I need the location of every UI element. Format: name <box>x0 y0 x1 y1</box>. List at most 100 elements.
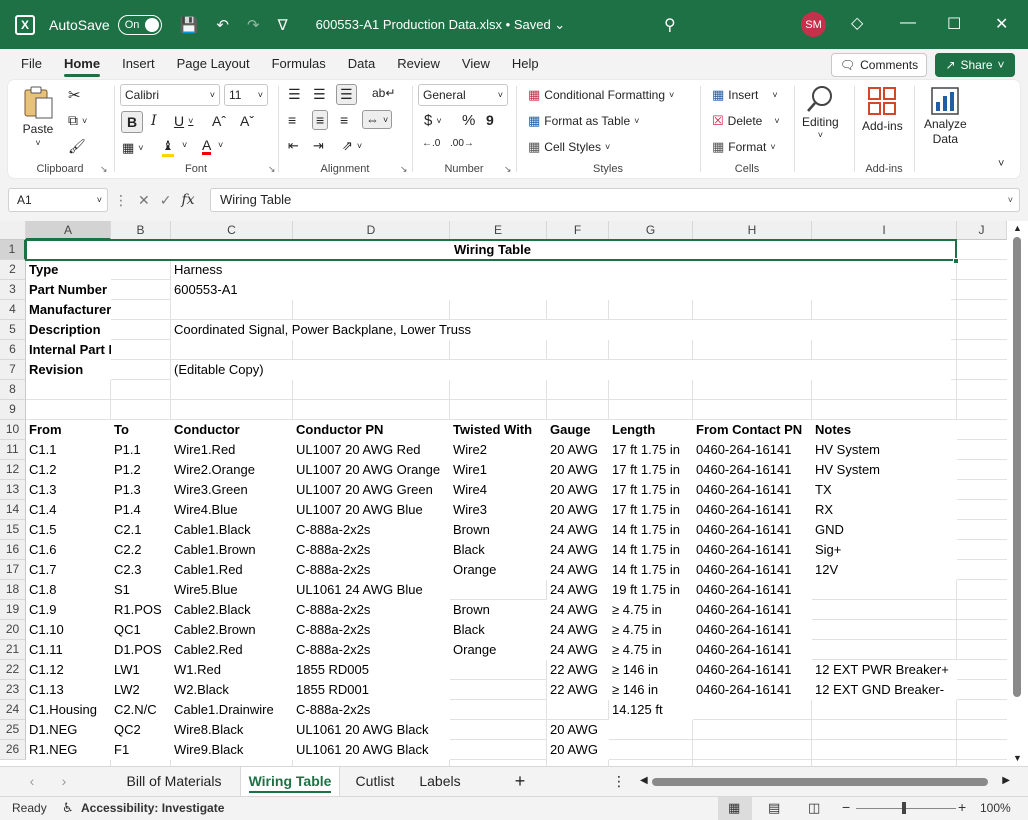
row-header[interactable]: 10 <box>0 420 26 440</box>
table-cell[interactable]: Wire3.Green <box>171 480 293 500</box>
table-cell[interactable]: 24 AWG <box>547 520 609 540</box>
row-header[interactable]: 7 <box>0 360 26 380</box>
table-header[interactable]: Conductor PN <box>293 420 450 440</box>
table-cell[interactable]: 14.125 ft <box>609 700 693 720</box>
table-header[interactable]: To <box>111 420 171 440</box>
number-format-select[interactable]: General ˅ <box>418 84 508 106</box>
bottom-align-icon[interactable]: ☰ <box>336 84 357 105</box>
sheet-tab-labels[interactable]: Labels <box>410 767 470 797</box>
tab-formulas[interactable]: Formulas <box>261 49 337 79</box>
select-all-corner[interactable] <box>0 221 26 240</box>
font-color-icon[interactable]: A <box>202 138 212 155</box>
table-cell[interactable]: C1.5 <box>26 520 111 540</box>
scroll-up-icon[interactable]: ▲ <box>1013 223 1022 233</box>
table-cell[interactable]: 0460-264-16141 <box>693 520 812 540</box>
row-header[interactable]: 8 <box>0 380 26 400</box>
table-cell[interactable]: 24 AWG <box>547 620 609 640</box>
meta-value[interactable]: (Editable Copy) <box>171 360 951 380</box>
analyze-data-button[interactable]: Analyze Data <box>924 86 967 146</box>
dialog-launcher-icon[interactable]: ↘ <box>400 164 408 175</box>
add-sheet-icon[interactable]: + <box>508 767 532 797</box>
format-as-table-button[interactable]: ▦ Format as Table ˅ <box>528 113 639 129</box>
table-cell[interactable]: 0460-264-16141 <box>693 480 812 500</box>
zoom-slider[interactable] <box>856 808 956 809</box>
table-cell[interactable]: UL1007 20 AWG Red <box>293 440 450 460</box>
row-header[interactable]: 2 <box>0 260 26 280</box>
row-header[interactable]: 23 <box>0 680 26 700</box>
row-header[interactable]: 14 <box>0 500 26 520</box>
row-header[interactable]: 5 <box>0 320 26 340</box>
dialog-launcher-icon[interactable]: ↘ <box>504 164 512 175</box>
horizontal-scroll-thumb[interactable] <box>652 778 988 786</box>
borders-icon[interactable]: ▦ ˅ <box>122 140 144 156</box>
fill-color-icon[interactable]: ♝ <box>162 138 174 157</box>
table-cell[interactable]: C-888a-2x2s <box>293 540 450 560</box>
table-cell[interactable]: ≥ 4.75 in <box>609 600 693 620</box>
table-cell[interactable]: Wire2 <box>450 440 547 460</box>
tab-insert[interactable]: Insert <box>111 49 166 79</box>
zoom-out-icon[interactable]: − <box>842 799 850 815</box>
insert-cells-button[interactable]: ▦ Insert ˅ <box>712 87 778 103</box>
table-cell[interactable]: Wire9.Black <box>171 740 293 760</box>
table-cell[interactable]: 17 ft 1.75 in <box>609 460 693 480</box>
insert-function-icon[interactable]: fx <box>181 192 194 208</box>
table-cell[interactable]: UL1061 20 AWG Black <box>293 740 450 760</box>
table-cell[interactable]: 1855 RD001 <box>293 680 450 700</box>
table-cell[interactable]: 22 AWG <box>547 660 609 680</box>
table-cell[interactable]: 12 EXT GND Breaker- <box>812 680 957 700</box>
dialog-launcher-icon[interactable]: ↘ <box>268 164 276 175</box>
table-cell[interactable]: 0460-264-16141 <box>693 640 812 660</box>
table-cell[interactable]: UL1007 20 AWG Orange <box>293 460 450 480</box>
sheet-tab-bill-of-materials[interactable]: Bill of Materials <box>112 767 236 797</box>
table-cell[interactable]: 20 AWG <box>547 720 609 740</box>
zoom-slider-thumb[interactable] <box>902 802 906 814</box>
decrease-font-size-button[interactable]: Aˇ <box>240 113 254 129</box>
comma-style-icon[interactable]: 9 <box>486 112 494 128</box>
meta-label[interactable]: Type <box>26 260 111 280</box>
table-cell[interactable]: Cable2.Red <box>171 640 293 660</box>
table-cell[interactable]: 14 ft 1.75 in <box>609 540 693 560</box>
table-cell[interactable]: TX <box>812 480 957 500</box>
row-header[interactable]: 13 <box>0 480 26 500</box>
table-cell[interactable]: C1.6 <box>26 540 111 560</box>
table-cell[interactable]: 20 AWG <box>547 480 609 500</box>
table-cell[interactable]: C2.3 <box>111 560 171 580</box>
table-cell[interactable]: C2.N/C <box>111 700 171 720</box>
row-header[interactable]: 19 <box>0 600 26 620</box>
table-cell[interactable]: S1 <box>111 580 171 600</box>
format-cells-button[interactable]: ▦ Format ˅ <box>712 139 776 155</box>
chevron-down-icon[interactable]: ˅ <box>218 140 223 150</box>
sheet-tab-wiring-table[interactable]: Wiring Table <box>240 767 340 797</box>
table-cell[interactable]: ≥ 4.75 in <box>609 640 693 660</box>
table-cell[interactable]: Cable1.Black <box>171 520 293 540</box>
table-header[interactable]: Gauge <box>547 420 609 440</box>
table-cell[interactable]: C1.2 <box>26 460 111 480</box>
row-header[interactable]: 12 <box>0 460 26 480</box>
table-cell[interactable]: Cable1.Brown <box>171 540 293 560</box>
table-cell[interactable]: W1.Red <box>171 660 293 680</box>
table-cell[interactable]: Wire3 <box>450 500 547 520</box>
table-cell[interactable]: Black <box>450 620 547 640</box>
premium-diamond-icon[interactable]: ◇ <box>851 13 863 33</box>
close-icon[interactable]: ✕ <box>995 14 1008 34</box>
table-cell[interactable]: R1.POS <box>111 600 171 620</box>
user-avatar[interactable]: SM <box>801 12 826 37</box>
table-header[interactable]: Twisted With <box>450 420 547 440</box>
table-cell[interactable]: ≥ 4.75 in <box>609 620 693 640</box>
formula-input[interactable]: Wiring Table ˅ <box>210 188 1020 212</box>
more-sheets-icon[interactable]: ⋮ <box>612 767 626 797</box>
table-cell[interactable]: QC1 <box>111 620 171 640</box>
font-size-select[interactable]: 11 ˅ <box>224 84 268 106</box>
table-cell[interactable]: C1.11 <box>26 640 111 660</box>
row-header[interactable]: 22 <box>0 660 26 680</box>
table-cell[interactable]: 0460-264-16141 <box>693 460 812 480</box>
table-cell[interactable]: C1.1 <box>26 440 111 460</box>
table-cell[interactable]: 0460-264-16141 <box>693 440 812 460</box>
table-cell[interactable]: C1.3 <box>26 480 111 500</box>
table-cell[interactable]: C-888a-2x2s <box>293 640 450 660</box>
table-cell[interactable]: ≥ 146 in <box>609 660 693 680</box>
column-header-j[interactable]: J <box>957 221 1007 240</box>
table-cell[interactable]: Cable1.Red <box>171 560 293 580</box>
table-cell[interactable]: F1 <box>111 740 171 760</box>
wrap-text-icon[interactable]: ab↵ <box>372 86 395 100</box>
